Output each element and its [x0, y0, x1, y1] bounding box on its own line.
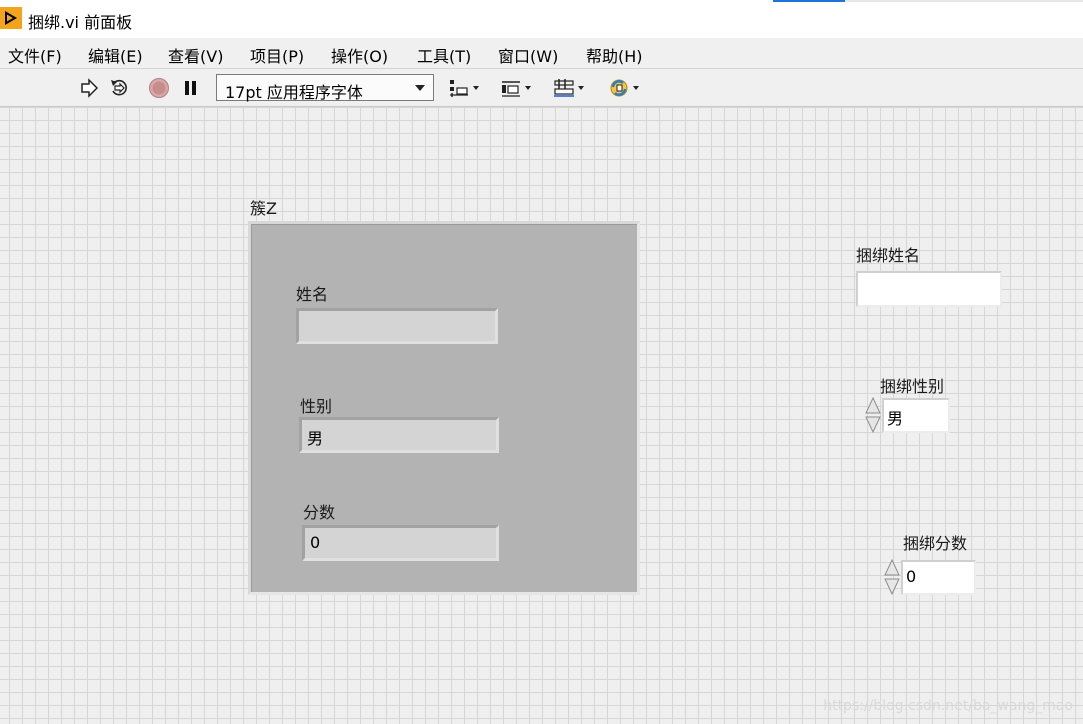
bundle-gender-spinner[interactable] — [864, 396, 882, 434]
run-continuously-icon[interactable] — [108, 77, 130, 99]
name-indicator-label: 姓名 — [296, 285, 329, 304]
font-select-value: 17pt 应用程序字体 — [225, 83, 363, 102]
menu-file[interactable]: 文件(F) — [6, 41, 64, 69]
cluster-label: 簇Z — [250, 199, 277, 218]
menu-view[interactable]: 查看(V) — [166, 41, 225, 69]
bundle-score-value: 0 — [906, 567, 917, 586]
gender-indicator-label: 性别 — [300, 397, 333, 416]
title-divider — [845, 0, 1083, 2]
bundle-name-label: 捆绑姓名 — [856, 246, 921, 265]
bundle-score-spinner[interactable] — [883, 558, 901, 596]
pause-icon[interactable] — [180, 77, 202, 99]
reorder-icon[interactable] — [608, 77, 644, 99]
toolbar: 17pt 应用程序字体 — [0, 69, 1083, 107]
menu-edit[interactable]: 编辑(E) — [86, 41, 145, 69]
font-select[interactable]: 17pt 应用程序字体 — [216, 74, 434, 102]
resize-objects-icon[interactable] — [553, 77, 589, 99]
score-indicator: 0 — [302, 525, 499, 561]
gender-indicator-value: 男 — [307, 429, 324, 448]
score-indicator-label: 分数 — [303, 503, 336, 522]
labview-icon — [0, 7, 22, 29]
run-arrow-icon[interactable] — [78, 77, 100, 99]
menu-window[interactable]: 窗口(W) — [496, 41, 560, 69]
align-objects-icon[interactable] — [448, 77, 484, 99]
bundle-gender-label: 捆绑性别 — [880, 377, 945, 396]
name-indicator — [296, 308, 498, 344]
chevron-down-icon — [415, 85, 425, 91]
gender-indicator: 男 — [299, 417, 499, 453]
window-title: 捆绑.vi 前面板 — [28, 13, 133, 32]
bundle-name-input[interactable] — [856, 271, 1002, 307]
abort-stop-icon[interactable] — [148, 77, 170, 99]
title-bar: 捆绑.vi 前面板 — [0, 0, 1083, 38]
menu-project[interactable]: 项目(P) — [248, 41, 306, 69]
menu-bar: 文件(F) 编辑(E) 查看(V) 项目(P) 操作(O) 工具(T) 窗口(W… — [0, 38, 1083, 69]
bundle-score-label: 捆绑分数 — [903, 534, 968, 553]
labview-front-panel-window: 捆绑.vi 前面板 文件(F) 编辑(E) 查看(V) 项目(P) 操作(O) … — [0, 0, 1083, 724]
menu-tools[interactable]: 工具(T) — [415, 41, 473, 69]
bundle-gender-ring[interactable]: 男 — [882, 398, 950, 433]
menu-operate[interactable]: 操作(O) — [329, 41, 390, 69]
score-indicator-value: 0 — [310, 533, 321, 552]
menu-help[interactable]: 帮助(H) — [584, 41, 645, 69]
bundle-score-numeric[interactable]: 0 — [901, 560, 976, 595]
distribute-objects-icon[interactable] — [500, 77, 536, 99]
watermark: https://blog.csdn.net/ba_wang_mao — [823, 698, 1073, 714]
title-accent-bar — [773, 0, 845, 2]
bundle-gender-value: 男 — [887, 409, 904, 428]
